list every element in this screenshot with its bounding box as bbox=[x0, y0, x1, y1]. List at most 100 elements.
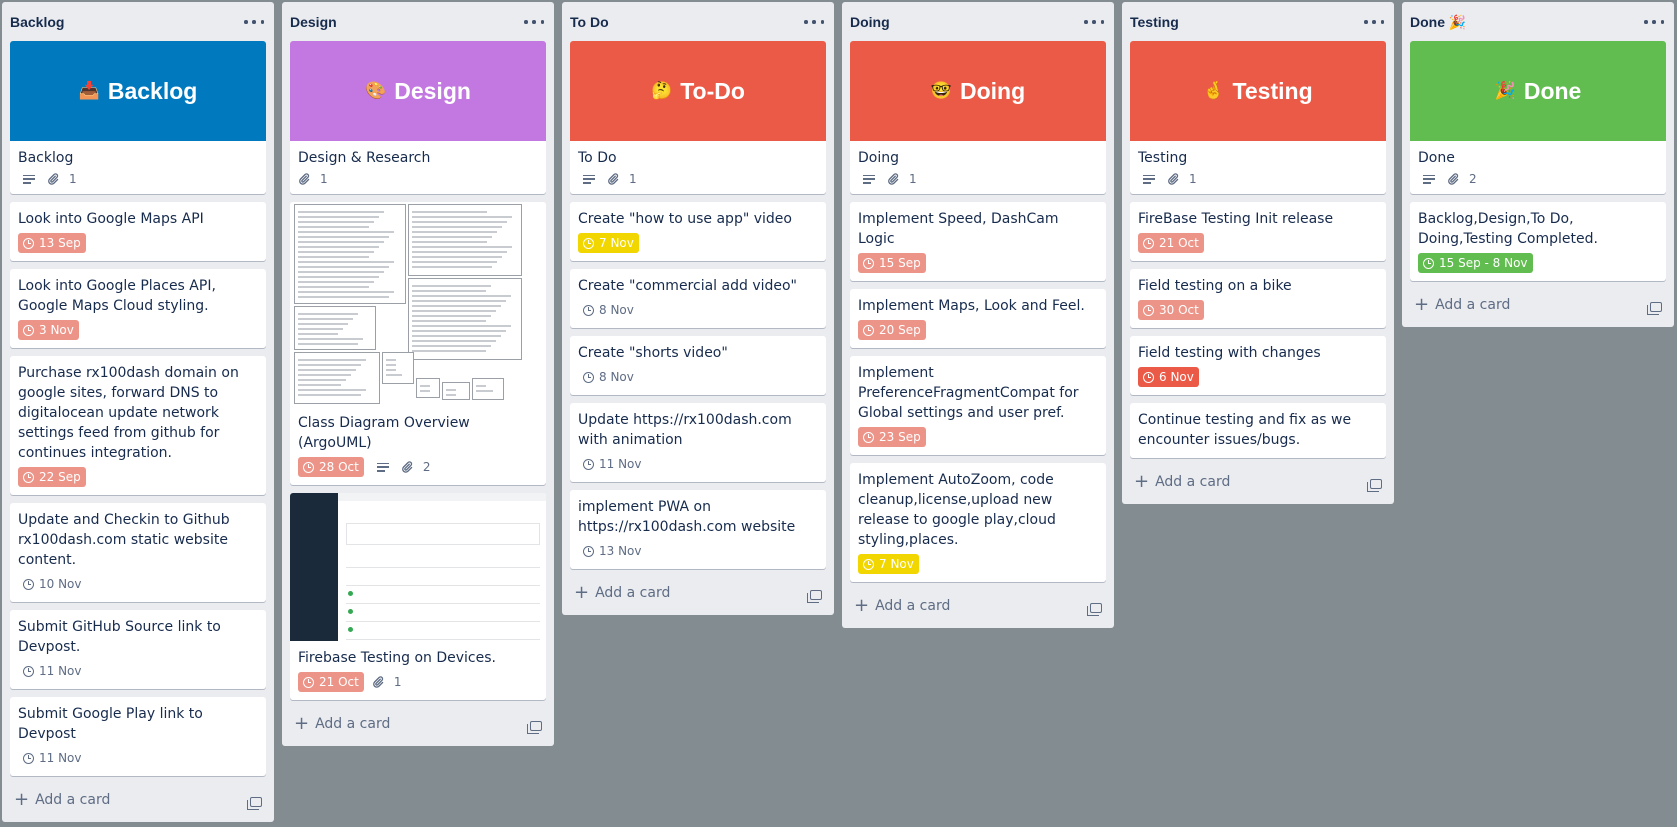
diagram-line bbox=[298, 343, 358, 345]
due-date-badge[interactable]: 8 Nov bbox=[578, 367, 639, 387]
card[interactable]: Continue testing and fix as we encounter… bbox=[1130, 403, 1386, 458]
card-badges: 11 Nov bbox=[18, 661, 258, 681]
due-date-badge[interactable]: 28 Oct bbox=[298, 457, 364, 477]
due-date-badge[interactable]: 8 Nov bbox=[578, 300, 639, 320]
diagram-line bbox=[298, 246, 379, 248]
card[interactable]: Update and Checkin to Github rx100dash.c… bbox=[10, 503, 266, 602]
card-title: Field testing with changes bbox=[1138, 345, 1321, 361]
card[interactable]: Create "shorts video" 8 Nov bbox=[570, 336, 826, 395]
list-title[interactable]: To Do bbox=[570, 14, 609, 30]
card-body: Look into Google Places API, Google Maps… bbox=[10, 269, 266, 348]
due-date-badge[interactable]: 30 Oct bbox=[1138, 300, 1204, 320]
list-title[interactable]: Design bbox=[290, 14, 337, 30]
diagram-line bbox=[412, 236, 492, 238]
diagram-line bbox=[298, 241, 384, 243]
cover-title: Testing bbox=[1232, 77, 1313, 104]
card-badges: 2 bbox=[1418, 172, 1658, 186]
card[interactable]: Submit GitHub Source link to Devpost. 11 … bbox=[10, 610, 266, 689]
clock-icon bbox=[23, 752, 34, 764]
card[interactable]: Update https://rx100dash.com with animat… bbox=[570, 403, 826, 482]
clock-icon bbox=[23, 324, 34, 336]
card[interactable]: Class Diagram Overview (ArgoUML) 28 Oct 2 bbox=[290, 202, 546, 485]
card[interactable]: 🎉 Done Done 2 bbox=[1410, 41, 1666, 194]
card[interactable]: Implement AutoZoom, code cleanup,license… bbox=[850, 463, 1106, 582]
card-body: Update and Checkin to Github rx100dash.c… bbox=[10, 503, 266, 602]
attachment-count: 1 bbox=[393, 675, 402, 689]
add-card-button[interactable]: + Add a card bbox=[850, 597, 951, 615]
card-template-icon[interactable] bbox=[1647, 302, 1662, 315]
card[interactable]: Firebase Testing on Devices. 21 Oct 1 bbox=[290, 493, 546, 700]
due-date-badge[interactable]: 11 Nov bbox=[18, 748, 87, 768]
add-card-button[interactable]: + Add a card bbox=[570, 584, 670, 602]
due-date-badge[interactable]: 11 Nov bbox=[18, 661, 87, 681]
add-card-button[interactable]: + Add a card bbox=[10, 791, 110, 809]
list-title[interactable]: Doing bbox=[850, 14, 890, 30]
card[interactable]: FireBase Testing Init release 21 Oct bbox=[1130, 202, 1386, 261]
card[interactable]: 🤞 Testing Testing 1 bbox=[1130, 41, 1386, 194]
list-menu-icon[interactable] bbox=[524, 12, 544, 32]
due-date-badge[interactable]: 21 Oct bbox=[298, 672, 364, 692]
due-date-badge[interactable]: 6 Nov bbox=[1138, 367, 1199, 387]
diagram-line bbox=[298, 379, 346, 381]
card[interactable]: Implement Speed, DashCam Logic 15 Sep bbox=[850, 202, 1106, 281]
list-title[interactable]: Done 🎉 bbox=[1410, 14, 1466, 31]
card[interactable]: Field testing with changes 6 Nov bbox=[1130, 336, 1386, 395]
card[interactable]: implement PWA on https://rx100dash.com w… bbox=[570, 490, 826, 569]
attachment-icon bbox=[1167, 173, 1184, 185]
card-badges: 23 Sep bbox=[858, 427, 1098, 447]
card-template-icon[interactable] bbox=[247, 797, 262, 810]
card[interactable]: Create "how to use app" video 7 Nov bbox=[570, 202, 826, 261]
due-date-badge[interactable]: 13 Nov bbox=[578, 541, 647, 561]
card[interactable]: Purchase rx100dash domain on google site… bbox=[10, 356, 266, 495]
add-card-button[interactable]: + Add a card bbox=[290, 715, 390, 733]
card[interactable]: Backlog,Design,To Do, Doing,Testing Comp… bbox=[1410, 202, 1666, 281]
card-title: Update https://rx100dash.com with animat… bbox=[578, 412, 792, 448]
due-date-badge[interactable]: 7 Nov bbox=[858, 554, 919, 574]
due-date-badge[interactable]: 23 Sep bbox=[858, 427, 926, 447]
list-menu-icon[interactable] bbox=[1084, 12, 1104, 32]
list-title[interactable]: Testing bbox=[1130, 14, 1179, 30]
list-menu-icon[interactable] bbox=[1644, 12, 1664, 32]
due-date-badge[interactable]: 11 Nov bbox=[578, 454, 647, 474]
card[interactable]: Submit Google Play link to Devpost 11 Nov bbox=[10, 697, 266, 776]
due-date-badge[interactable]: 15 Sep - 8 Nov bbox=[1418, 253, 1533, 273]
card-list: 🤓 Doing Doing 1 Implement Speed, DashCam Log… bbox=[842, 41, 1114, 582]
card-template-icon[interactable] bbox=[527, 721, 542, 734]
card[interactable]: Implement Maps, Look and Feel. 20 Sep bbox=[850, 289, 1106, 348]
due-date-badge[interactable]: 13 Sep bbox=[18, 233, 86, 253]
card[interactable]: Implement PreferenceFragmentCompat for G… bbox=[850, 356, 1106, 455]
attachment-icon bbox=[1447, 173, 1464, 185]
card-template-icon[interactable] bbox=[1367, 479, 1382, 492]
list-menu-icon[interactable] bbox=[1364, 12, 1384, 32]
add-card-button[interactable]: + Add a card bbox=[1410, 296, 1510, 314]
due-date-badge[interactable]: 21 Oct bbox=[1138, 233, 1204, 253]
list-menu-icon[interactable] bbox=[804, 12, 824, 32]
card[interactable]: Create "commercial add video" 8 Nov bbox=[570, 269, 826, 328]
due-date-badge[interactable]: 3 Nov bbox=[18, 320, 79, 340]
card[interactable]: 🎨 Design Design & Research 1 bbox=[290, 41, 546, 194]
card[interactable]: Look into Google Places API, Google Maps… bbox=[10, 269, 266, 348]
due-date-badge[interactable]: 20 Sep bbox=[858, 320, 926, 340]
diagram-line bbox=[412, 226, 502, 228]
due-date-badge[interactable]: 7 Nov bbox=[578, 233, 639, 253]
list-title[interactable]: Backlog bbox=[10, 14, 64, 30]
card[interactable]: Look into Google Maps API 13 Sep bbox=[10, 202, 266, 261]
list-header: Done 🎉 bbox=[1402, 2, 1674, 41]
card[interactable]: 📥 Backlog Backlog 1 bbox=[10, 41, 266, 194]
status-dot bbox=[348, 627, 353, 632]
card[interactable]: 🤔 To-Do To Do 1 bbox=[570, 41, 826, 194]
add-card-button[interactable]: + Add a card bbox=[1130, 473, 1230, 491]
due-date-badge[interactable]: 22 Sep bbox=[18, 467, 86, 487]
diagram-class-box bbox=[382, 352, 414, 384]
add-card-label: Add a card bbox=[875, 598, 951, 614]
due-date-badge[interactable]: 10 Nov bbox=[18, 574, 87, 594]
card-template-icon[interactable] bbox=[1087, 603, 1102, 616]
card[interactable]: Field testing on a bike 30 Oct bbox=[1130, 269, 1386, 328]
due-date-badge[interactable]: 15 Sep bbox=[858, 253, 926, 273]
due-date-text: 15 Sep - 8 Nov bbox=[1439, 256, 1528, 270]
card-title: FireBase Testing Init release bbox=[1138, 211, 1334, 227]
card-title: Implement AutoZoom, code cleanup,license… bbox=[858, 472, 1056, 548]
card-template-icon[interactable] bbox=[807, 590, 822, 603]
list-menu-icon[interactable] bbox=[244, 12, 264, 32]
card[interactable]: 🤓 Doing Doing 1 bbox=[850, 41, 1106, 194]
